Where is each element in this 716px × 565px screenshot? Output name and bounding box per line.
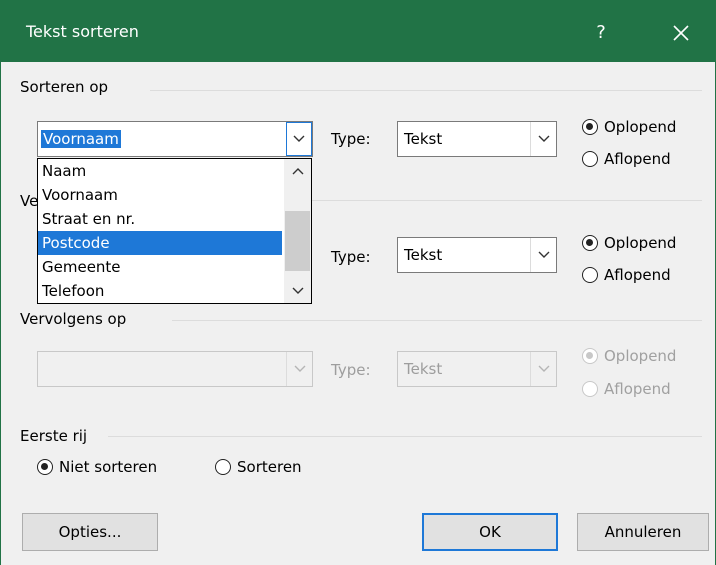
then-by-descending-radio[interactable]: Aflopend	[582, 266, 671, 284]
chevron-down-icon	[538, 135, 549, 142]
then-by-type-combo[interactable]: Tekst	[397, 237, 557, 273]
then-by-type-value: Tekst	[404, 246, 443, 264]
sort-by-field-value: Voornaam	[41, 130, 121, 148]
sort-by-type-value: Tekst	[404, 130, 443, 148]
scrollbar-thumb[interactable]	[285, 211, 310, 271]
descending-label: Aflopend	[604, 266, 671, 284]
then-by-type-label: Type:	[331, 248, 371, 266]
cancel-button[interactable]: Annuleren	[577, 513, 709, 551]
radio-selected-icon	[582, 348, 598, 364]
close-icon	[673, 25, 689, 41]
radio-unselected-icon	[215, 459, 231, 475]
first-row-header: Eerste rij	[20, 427, 88, 445]
radio-selected-icon	[582, 235, 598, 251]
sort-by-descending-radio[interactable]: Aflopend	[582, 150, 671, 168]
list-item[interactable]: Gemeente	[38, 255, 282, 279]
divider	[150, 90, 702, 91]
radio-unselected-icon	[582, 151, 598, 167]
chevron-down-icon[interactable]	[292, 287, 304, 295]
field-dropdown-list[interactable]: Naam Voornaam Straat en nr. Postcode Gem…	[37, 158, 312, 304]
then-by-2-header: Vervolgens op	[20, 310, 127, 328]
help-button[interactable]: ?	[586, 18, 616, 48]
combo-arrow[interactable]	[286, 122, 312, 156]
sort-by-ascending-radio[interactable]: Oplopend	[582, 118, 676, 136]
combo-arrow[interactable]	[530, 122, 556, 156]
then-by-2-field-combo[interactable]	[37, 351, 313, 387]
descending-label: Aflopend	[604, 380, 671, 398]
chevron-down-icon	[293, 135, 305, 142]
then-by-2-type-combo[interactable]: Tekst	[397, 351, 557, 387]
chevron-down-icon	[294, 365, 305, 372]
list-item[interactable]: Telefoon	[38, 279, 282, 303]
sort-label: Sorteren	[237, 458, 302, 476]
divider	[312, 200, 702, 201]
divider	[108, 436, 702, 437]
list-item[interactable]: Naam	[38, 159, 282, 183]
options-button[interactable]: Opties...	[22, 513, 158, 551]
list-item-highlighted[interactable]: Postcode	[38, 231, 282, 255]
radio-unselected-icon	[582, 381, 598, 397]
ok-button[interactable]: OK	[422, 513, 558, 551]
combo-arrow[interactable]	[530, 352, 556, 386]
first-row-no-sort-radio[interactable]: Niet sorteren	[37, 458, 157, 476]
no-sort-label: Niet sorteren	[59, 458, 158, 476]
first-row-sort-radio[interactable]: Sorteren	[215, 458, 302, 476]
radio-unselected-icon	[582, 267, 598, 283]
divider	[172, 320, 702, 321]
list-item[interactable]: Voornaam	[38, 183, 282, 207]
sort-by-field-combo[interactable]: Voornaam	[37, 121, 313, 157]
radio-selected-icon	[582, 119, 598, 135]
radio-selected-icon	[37, 459, 53, 475]
chevron-down-icon	[538, 251, 549, 258]
then-by-2-descending-radio[interactable]: Aflopend	[582, 380, 671, 398]
list-item[interactable]: Straat en nr.	[38, 207, 282, 231]
then-by-2-type-label: Type:	[331, 361, 371, 379]
descending-label: Aflopend	[604, 150, 671, 168]
chevron-down-icon	[538, 365, 549, 372]
sort-by-type-label: Type:	[331, 130, 371, 148]
then-by-header: Ve	[20, 192, 39, 210]
combo-arrow[interactable]	[530, 238, 556, 272]
then-by-ascending-radio[interactable]: Oplopend	[582, 234, 676, 252]
chevron-up-icon[interactable]	[292, 167, 304, 175]
dialog-title: Tekst sorteren	[26, 22, 139, 41]
scrollbar[interactable]	[284, 159, 311, 303]
close-button[interactable]	[664, 16, 698, 50]
combo-arrow[interactable]	[286, 352, 312, 386]
ascending-label: Oplopend	[604, 118, 677, 136]
then-by-2-type-value: Tekst	[404, 360, 443, 378]
then-by-2-ascending-radio[interactable]: Oplopend	[582, 347, 676, 365]
ascending-label: Oplopend	[604, 347, 677, 365]
sort-by-type-combo[interactable]: Tekst	[397, 121, 557, 157]
ascending-label: Oplopend	[604, 234, 677, 252]
sort-by-header: Sorteren op	[20, 78, 109, 96]
